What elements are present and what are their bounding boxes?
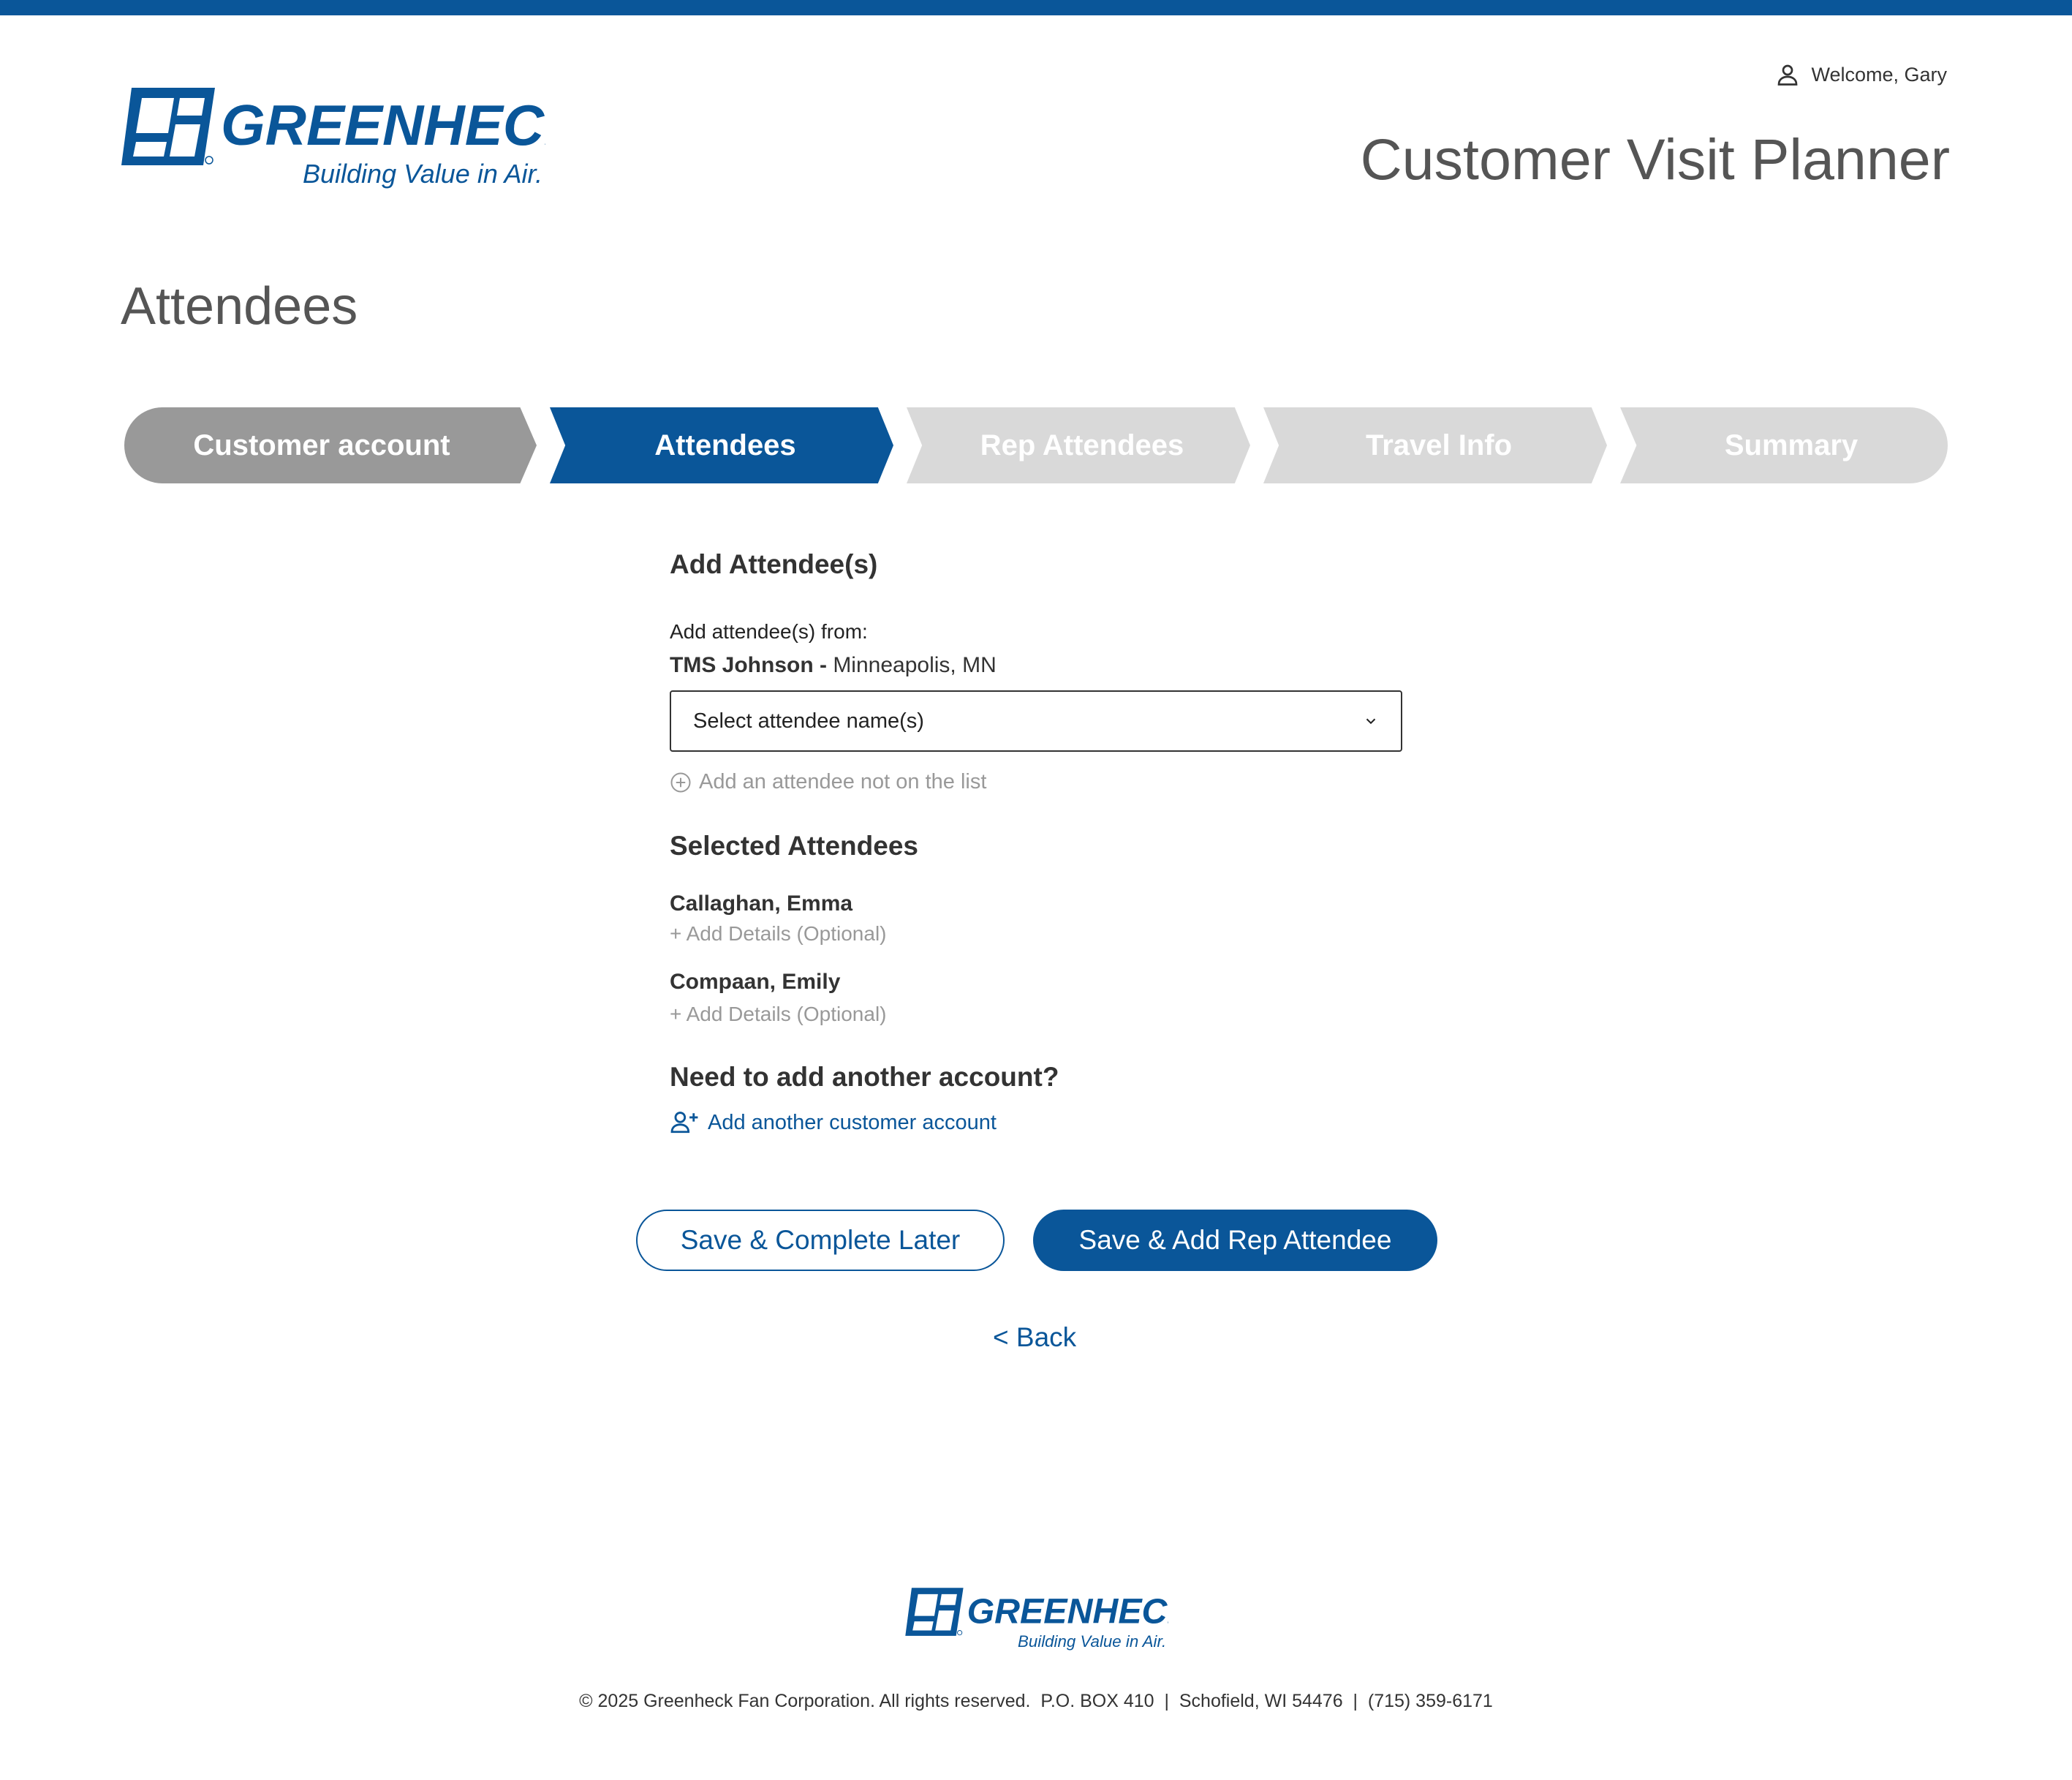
brand-tagline: Building Value in Air.	[303, 159, 542, 189]
attendee-name: Compaan, Emily	[670, 970, 841, 994]
greenheck-logo[interactable]: GREENHECK Building Value in Air.	[121, 86, 545, 190]
save-add-rep-attendee-button[interactable]: Save & Add Rep Attendee	[1033, 1210, 1437, 1271]
add-another-account-label: Add another customer account	[708, 1110, 997, 1134]
selected-attendees-heading: Selected Attendees	[670, 831, 918, 861]
plus-circle-icon	[670, 772, 691, 792]
step-rep-attendees: Rep Attendees	[907, 407, 1250, 483]
top-accent-bar	[0, 0, 2072, 15]
add-attendee-not-on-list-label: Add an attendee not on the list	[699, 770, 987, 793]
add-details-link[interactable]: + Add Details (Optional)	[670, 1003, 887, 1026]
add-attendee-not-on-list-link[interactable]: Add an attendee not on the list	[670, 770, 986, 794]
step-travel-info: Travel Info	[1263, 407, 1607, 483]
welcome-text: Welcome, Gary	[1811, 63, 1947, 86]
another-account-heading: Need to add another account?	[670, 1062, 1059, 1092]
add-user-icon	[670, 1112, 698, 1134]
source-account-name: TMS Johnson -	[670, 653, 827, 677]
attendee-select-placeholder: Select attendee name(s)	[693, 709, 924, 733]
add-details-link[interactable]: + Add Details (Optional)	[670, 922, 887, 946]
greenheck-logo-mark	[121, 88, 215, 165]
footer-brand-tagline: Building Value in Air.	[1018, 1632, 1166, 1651]
brand-name: GREENHECK	[221, 93, 545, 157]
footer-brand-name: GREENHECK	[967, 1592, 1168, 1632]
footer-greenheck-logo-mark	[905, 1588, 964, 1636]
back-link[interactable]: < Back	[993, 1322, 1076, 1353]
attendee-select[interactable]: Select attendee name(s)	[670, 690, 1402, 752]
chevron-down-icon	[1366, 718, 1376, 725]
progress-stepper: Customer account Attendees Rep Attendees…	[0, 407, 2072, 483]
page-title: Attendees	[121, 277, 358, 336]
footer-greenheck-logo[interactable]: GREENHECK Building Value in Air.	[905, 1587, 1168, 1651]
step-attendees[interactable]: Attendees	[550, 407, 893, 483]
add-from-label: Add attendee(s) from:	[670, 620, 868, 643]
app-title: Customer Visit Planner	[1360, 127, 1950, 192]
user-icon	[1778, 64, 1798, 86]
footer-copyright: © 2025 Greenheck Fan Corporation. All ri…	[579, 1691, 1493, 1711]
attendee-name: Callaghan, Emma	[670, 891, 853, 916]
user-welcome[interactable]: Welcome, Gary	[1774, 61, 1947, 88]
source-account: TMS Johnson - Minneapolis, MN	[670, 653, 997, 678]
step-summary: Summary	[1620, 407, 1948, 483]
save-complete-later-button[interactable]: Save & Complete Later	[636, 1210, 1005, 1271]
source-account-location: Minneapolis, MN	[826, 653, 997, 677]
step-customer-account[interactable]: Customer account	[124, 407, 537, 483]
add-another-account-link[interactable]: Add another customer account	[670, 1110, 997, 1135]
add-attendees-heading: Add Attendee(s)	[670, 549, 878, 579]
